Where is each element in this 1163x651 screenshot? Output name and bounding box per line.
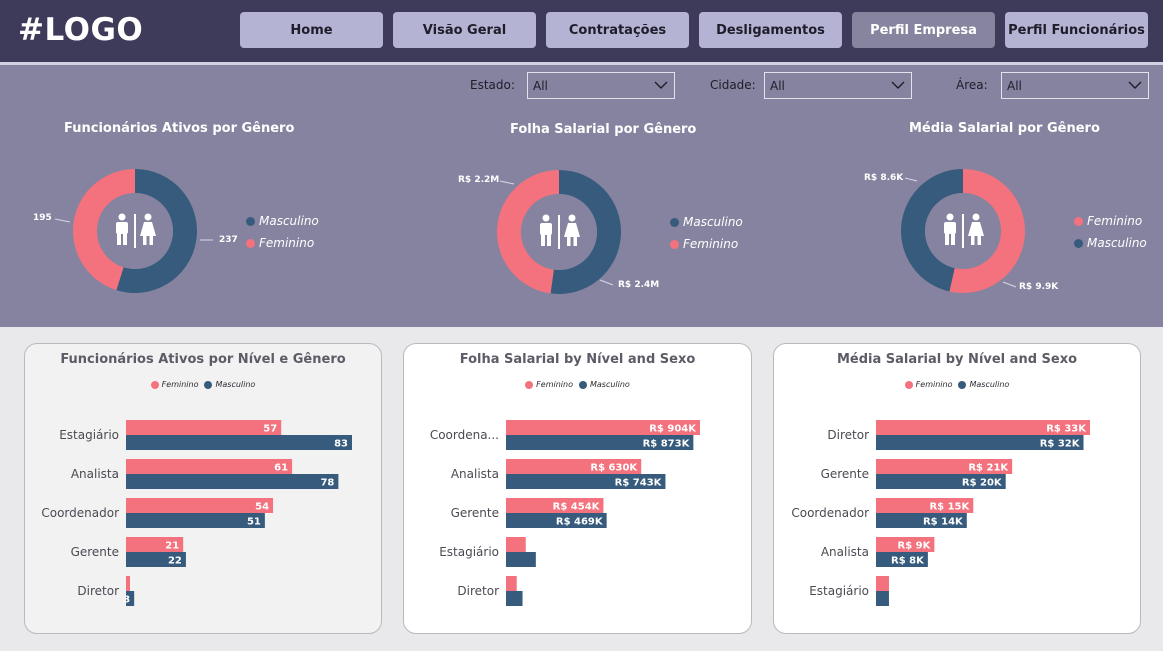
bar-value-label: R$ 9K [898, 541, 932, 552]
category-label: Analista [451, 467, 499, 481]
bar-value-label: 21 [165, 541, 179, 552]
category-label: Estagiário [59, 428, 119, 442]
bar-feminino[interactable] [126, 498, 274, 513]
bar-value-label: R$ 33K [1046, 424, 1087, 435]
bar-feminino[interactable] [126, 576, 130, 591]
bar-value-label: R$ 469K [556, 517, 604, 528]
category-label: Diretor [77, 584, 119, 598]
category-label: Gerente [451, 506, 499, 520]
bar-value-label: R$ 20K [962, 478, 1003, 489]
bar-value-label: 57 [263, 424, 277, 435]
bar-value-label: R$ 32K [1040, 439, 1081, 450]
bar-masculino[interactable] [126, 474, 339, 489]
bar-feminino[interactable] [506, 537, 526, 552]
bar-value-label: R$ 873K [643, 439, 691, 450]
bar-value-label: R$ 21K [968, 463, 1009, 474]
category-label: Analista [821, 545, 869, 559]
bar-masculino[interactable] [876, 591, 889, 606]
category-label: Gerente [821, 467, 869, 481]
bar-value-label: R$ 454K [553, 502, 601, 513]
category-label: Analista [71, 467, 119, 481]
category-label: Diretor [827, 428, 869, 442]
bar-value-label: R$ 630K [590, 463, 638, 474]
bar-chart-1: Estagiário 57 83 Analista 61 78 Coordenador 54 5… [41, 420, 352, 606]
bar-value-label: R$ 743K [615, 478, 663, 489]
category-label: Gerente [71, 545, 119, 559]
bar-charts: Estagiário 57 83 Analista 61 78 Coordenador 54 5… [41, 420, 1090, 606]
bar-value-label: 3 [123, 595, 130, 606]
bar-value-label: 78 [320, 478, 334, 489]
category-label: Coordenador [41, 506, 119, 520]
bar-feminino[interactable] [126, 459, 293, 474]
category-label: Coordena... [430, 428, 499, 442]
bar-feminino[interactable] [126, 420, 282, 435]
category-label: Estagiário [439, 545, 499, 559]
bar-value-label: 54 [255, 502, 269, 513]
bar-feminino[interactable] [876, 576, 889, 591]
bar-masculino[interactable] [506, 552, 536, 567]
bar-value-label: 22 [168, 556, 182, 567]
bar-feminino[interactable] [506, 576, 517, 591]
bar-value-label: 51 [247, 517, 261, 528]
bar-masculino[interactable] [126, 513, 265, 528]
category-label: Coordenador [791, 506, 869, 520]
bar-value-label: 83 [334, 439, 348, 450]
bar-chart-3: Diretor R$ 33K R$ 32K Gerente R$ 21K R$ 20K Co… [791, 420, 1090, 606]
bar-masculino[interactable] [126, 435, 352, 450]
bar-value-label: R$ 14K [923, 517, 964, 528]
category-label: Estagiário [809, 584, 869, 598]
bar-value-label: R$ 15K [929, 502, 970, 513]
bar-chart-2: Coordena... R$ 904K R$ 873K Analista R$ 630K… [430, 420, 700, 606]
bar-value-label: 61 [274, 463, 288, 474]
category-label: Diretor [457, 584, 499, 598]
bar-value-label: R$ 8K [891, 556, 925, 567]
bar-value-label: R$ 904K [649, 424, 697, 435]
bar-masculino[interactable] [506, 591, 523, 606]
